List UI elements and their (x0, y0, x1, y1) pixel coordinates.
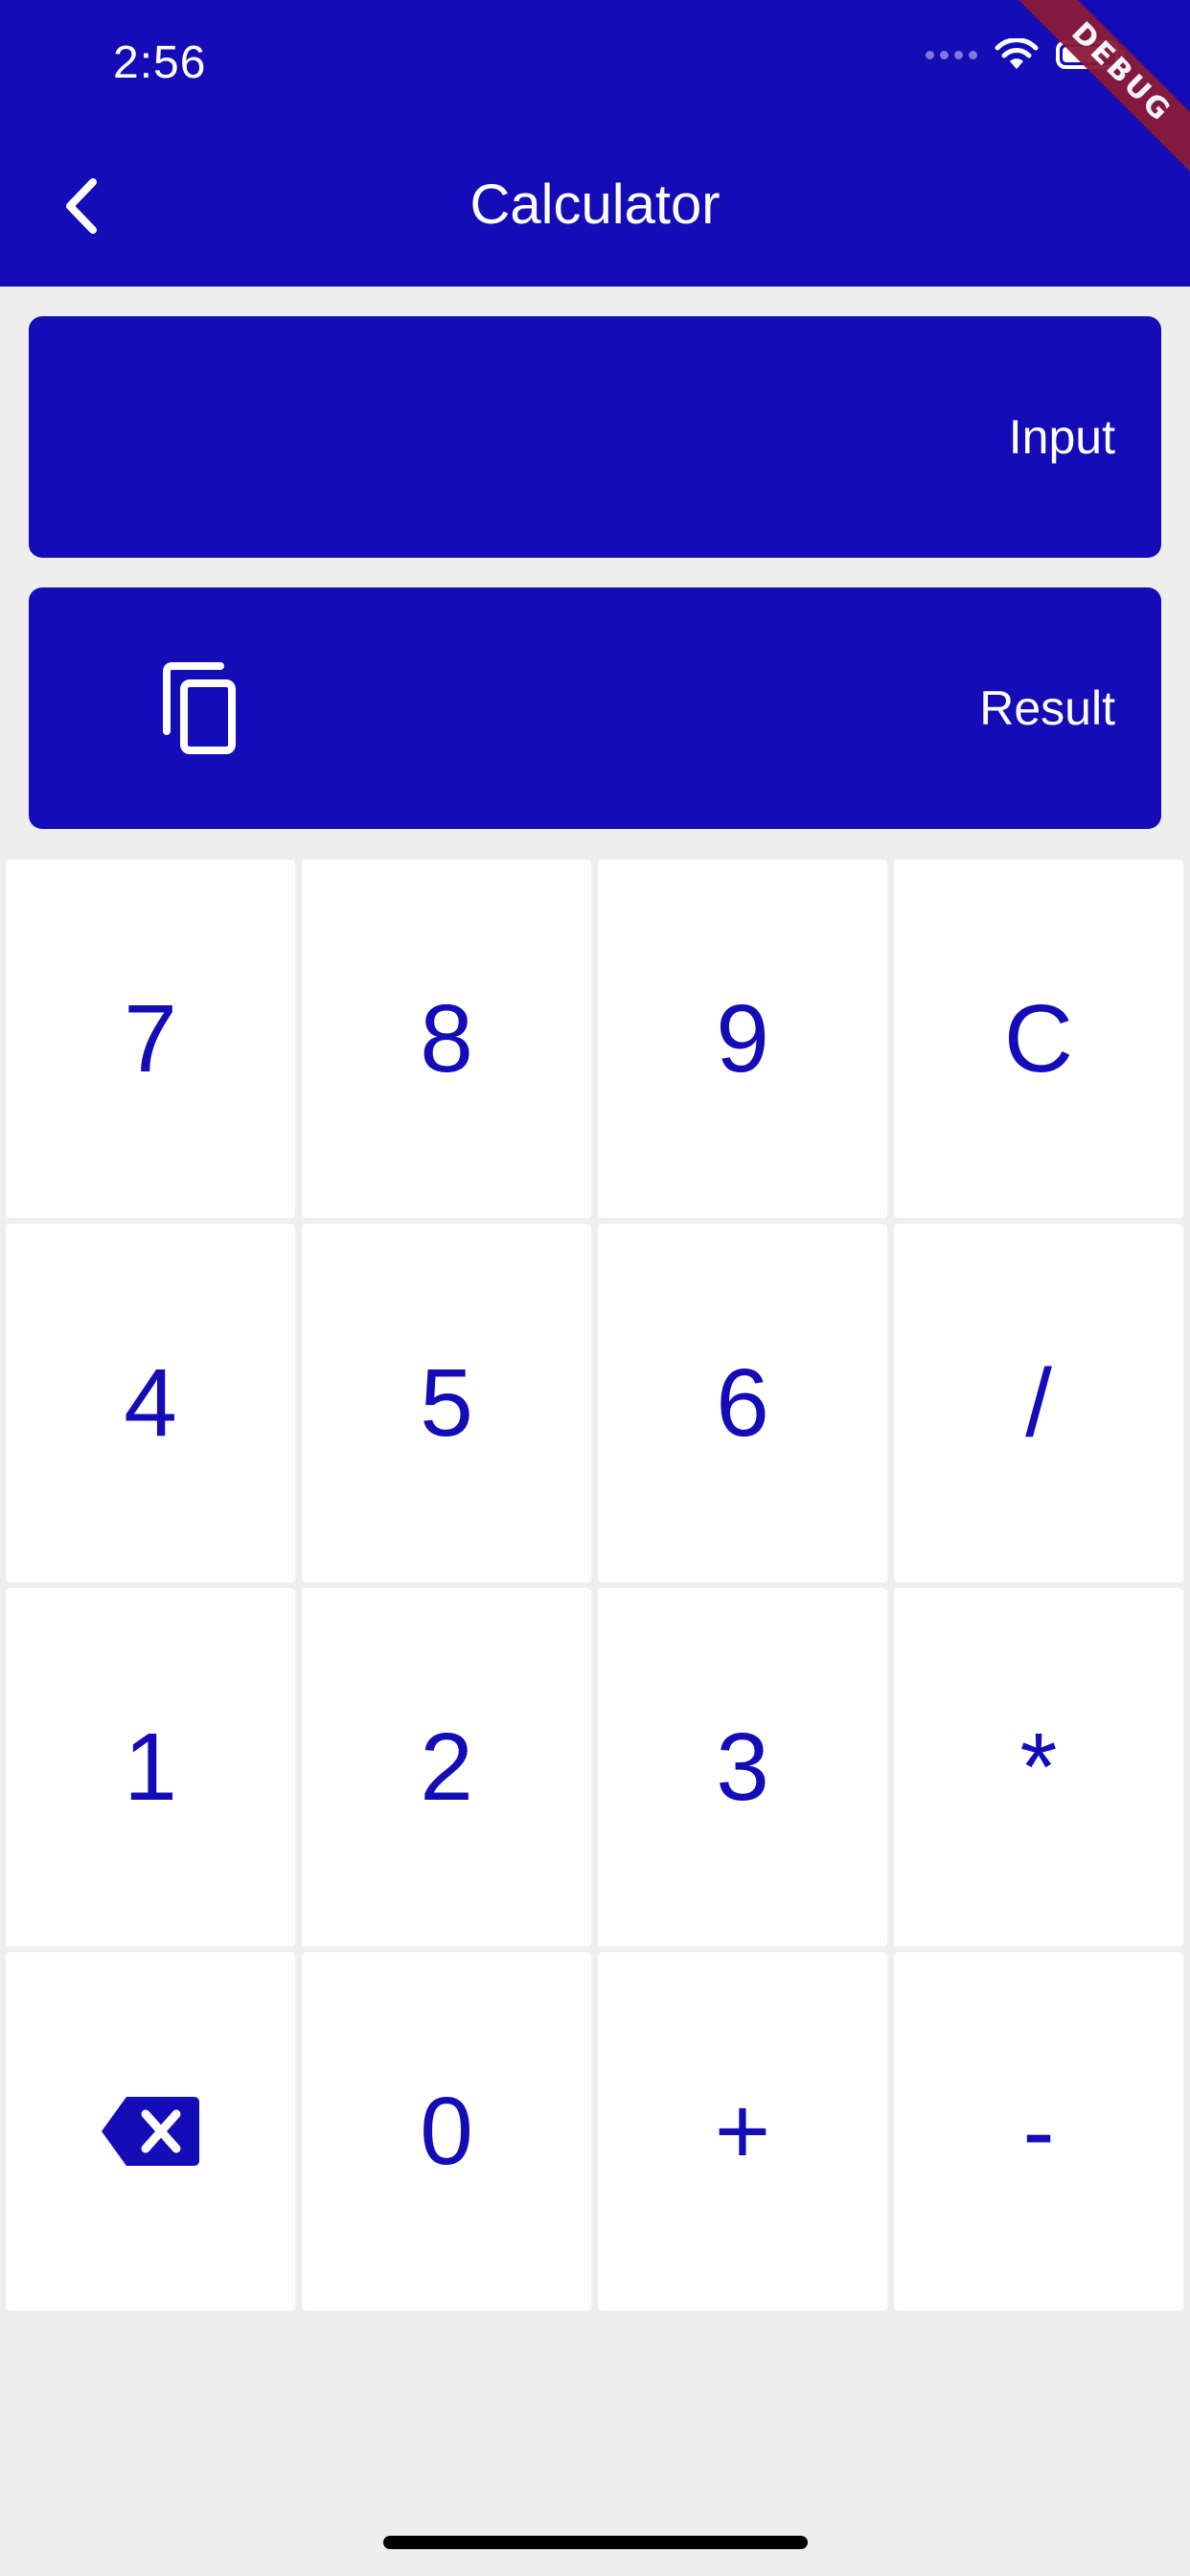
copy-button[interactable] (153, 658, 253, 758)
keypad: 7 8 9 C 4 5 6 / 1 2 3 * 0 + - (6, 860, 1184, 2311)
key-8[interactable]: 8 (302, 860, 591, 1218)
result-label: Result (979, 681, 1115, 735)
status-time: 2:56 (113, 37, 207, 88)
key-1[interactable]: 1 (6, 1588, 295, 1946)
key-clear[interactable]: C (894, 860, 1183, 1218)
result-display: Result (29, 587, 1161, 829)
page-title: Calculator (469, 173, 721, 236)
key-multiply[interactable]: * (894, 1588, 1183, 1946)
key-divide[interactable]: / (894, 1224, 1183, 1582)
backspace-icon (102, 2097, 199, 2166)
key-2[interactable]: 2 (302, 1588, 591, 1946)
debug-banner: DEBUG (1018, 0, 1190, 176)
signal-icon (926, 50, 977, 59)
key-3[interactable]: 3 (598, 1588, 887, 1946)
key-plus[interactable]: + (598, 1952, 887, 2311)
key-7[interactable]: 7 (6, 860, 295, 1218)
copy-icon (163, 662, 236, 754)
key-minus[interactable]: - (894, 1952, 1183, 2311)
key-9[interactable]: 9 (598, 860, 887, 1218)
key-6[interactable]: 6 (598, 1224, 887, 1582)
wifi-icon (995, 38, 1039, 69)
app-bar: 2:56 DEBUG Calculator (0, 0, 1190, 287)
input-display: Input (29, 316, 1161, 558)
input-label: Input (1008, 410, 1115, 464)
key-backspace[interactable] (6, 1952, 295, 2311)
key-5[interactable]: 5 (302, 1224, 591, 1582)
key-4[interactable]: 4 (6, 1224, 295, 1582)
key-0[interactable]: 0 (302, 1952, 591, 2311)
home-indicator[interactable] (383, 2536, 808, 2549)
